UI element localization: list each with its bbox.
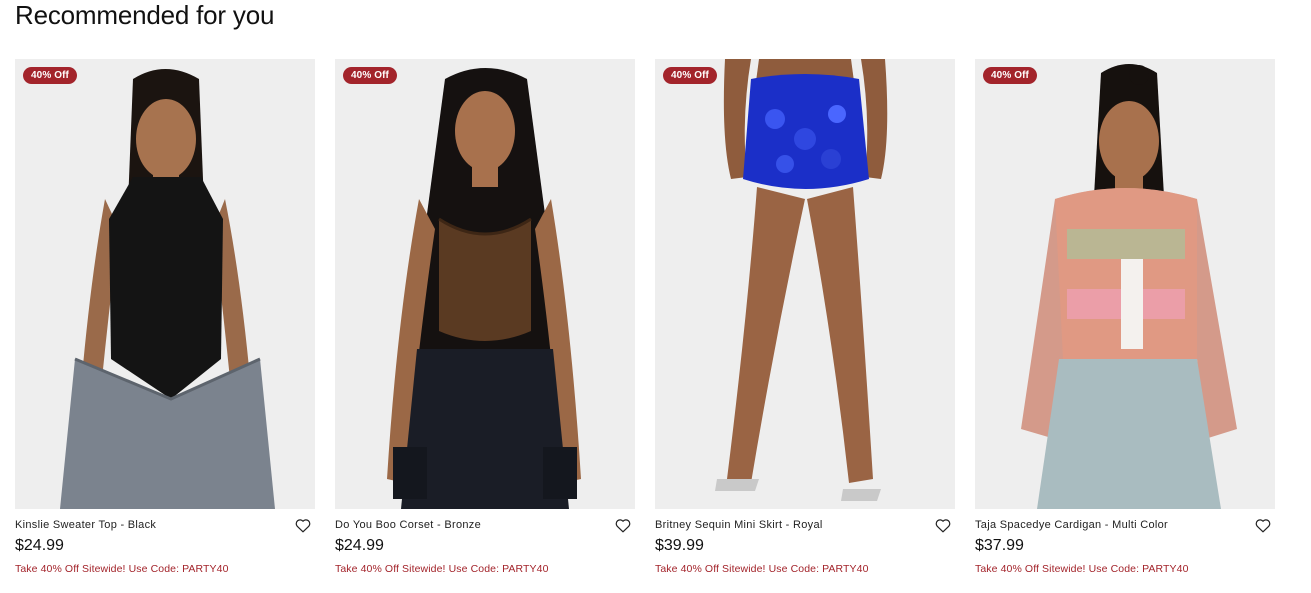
promo-text: Take 40% Off Sitewide! Use Code: PARTY40	[335, 563, 549, 575]
heart-outline-icon[interactable]	[613, 516, 633, 534]
product-image[interactable]: 40% Off	[335, 59, 635, 509]
promo-text: Take 40% Off Sitewide! Use Code: PARTY40	[655, 563, 869, 575]
product-grid: 40% Off Kinslie Sweater Top - Black $24.…	[15, 59, 1275, 589]
product-photo-placeholder	[335, 59, 635, 509]
product-photo-placeholder	[655, 59, 955, 509]
product-name[interactable]: Taja Spacedye Cardigan - Multi Color	[975, 518, 1235, 532]
product-price: $37.99	[975, 537, 1024, 554]
discount-badge: 40% Off	[983, 67, 1037, 84]
product-card[interactable]: 40% Off Kinslie Sweater Top - Black $24.…	[15, 59, 315, 584]
product-name[interactable]: Britney Sequin Mini Skirt - Royal	[655, 518, 915, 532]
product-price: $24.99	[15, 537, 64, 554]
discount-badge: 40% Off	[343, 67, 397, 84]
product-card[interactable]: 40% Off Taja Spacedye Cardigan - Multi C…	[975, 59, 1275, 584]
product-card[interactable]: 40% Off Britney Sequin Mini Skirt - Roya…	[655, 59, 955, 584]
product-image[interactable]: 40% Off	[655, 59, 955, 509]
discount-badge: 40% Off	[23, 67, 77, 84]
product-image[interactable]: 40% Off	[15, 59, 315, 509]
heart-outline-icon[interactable]	[933, 516, 953, 534]
product-card[interactable]: 40% Off Do You Boo Corset - Bronze $24.9…	[335, 59, 635, 584]
promo-text: Take 40% Off Sitewide! Use Code: PARTY40	[15, 563, 229, 575]
product-image[interactable]: 40% Off	[975, 59, 1275, 509]
heart-outline-icon[interactable]	[1253, 516, 1273, 534]
product-photo-placeholder	[975, 59, 1275, 509]
product-price: $24.99	[335, 537, 384, 554]
discount-badge: 40% Off	[663, 67, 717, 84]
product-name[interactable]: Kinslie Sweater Top - Black	[15, 518, 275, 532]
product-price: $39.99	[655, 537, 704, 554]
section-title: Recommended for you	[15, 0, 275, 30]
promo-text: Take 40% Off Sitewide! Use Code: PARTY40	[975, 563, 1189, 575]
product-name[interactable]: Do You Boo Corset - Bronze	[335, 518, 595, 532]
product-photo-placeholder	[15, 59, 315, 509]
heart-outline-icon[interactable]	[293, 516, 313, 534]
